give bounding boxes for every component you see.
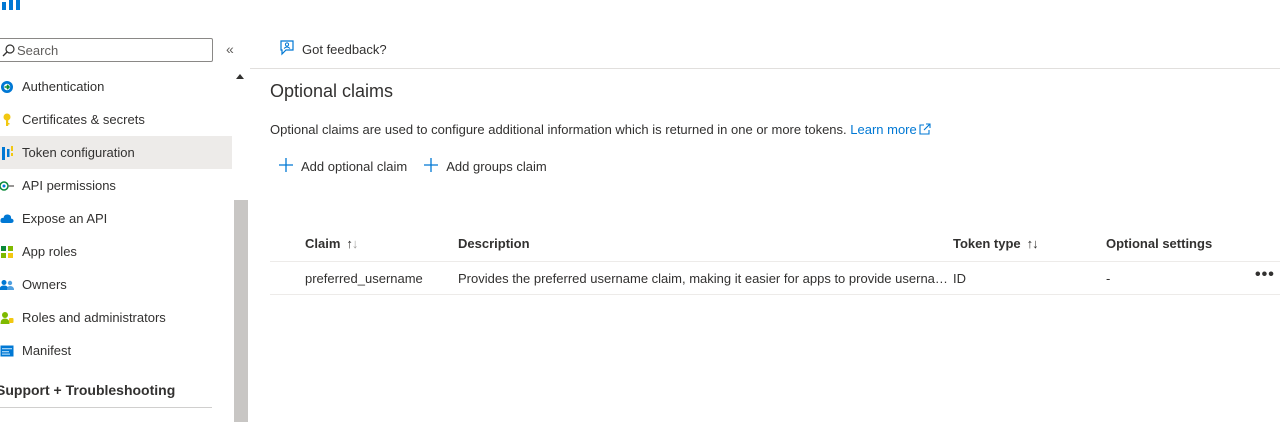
sidebar-item-certificates[interactable]: Certificates & secrets [0,103,232,136]
sidebar-item-roles-administrators[interactable]: Roles and administrators [0,301,232,334]
app-roles-icon [0,245,18,259]
column-header-token-type[interactable]: Token type ↑↓ [953,236,1106,251]
search-input[interactable] [17,42,197,58]
sidebar-item-expose-api[interactable]: Expose an API [0,202,232,235]
sort-icon[interactable]: ↑↓ [346,236,358,251]
sidebar-section-support: Support + Troubleshooting [0,382,176,398]
search-box[interactable] [0,38,213,62]
plus-icon [423,157,439,176]
sidebar-item-token-configuration[interactable]: Token configuration [0,136,232,169]
cell-token-type: ID [953,270,966,286]
sidebar-divider [0,407,212,408]
scroll-up-icon[interactable] [236,74,244,79]
sidebar-nav: Authentication Certificates & secrets To… [0,70,232,367]
page-title: Optional claims [270,81,394,101]
sidebar-item-label: Authentication [22,79,105,94]
owners-icon [0,279,18,291]
sidebar-item-api-permissions[interactable]: API permissions [0,169,232,202]
sidebar-scrollbar[interactable] [233,70,249,422]
app-logo-icon [2,0,22,10]
sidebar-item-owners[interactable]: Owners [0,268,232,301]
cloud-icon [0,213,18,224]
authentication-icon [0,80,18,94]
main-content: Got feedback? Optional claims Optional c… [250,30,1280,422]
column-header-label: Token type [953,236,1021,251]
sort-icon[interactable]: ↑↓ [1027,236,1039,251]
plus-icon [278,157,294,176]
search-icon [0,43,17,57]
cell-optional-settings: - [1106,270,1111,286]
sidebar-item-app-roles[interactable]: App roles [0,235,232,268]
feedback-label: Got feedback? [302,42,387,57]
learn-more-link[interactable]: Learn more [850,122,916,137]
table-row[interactable]: preferred_username Provides the preferre… [270,262,1280,295]
add-groups-claim-label: Add groups claim [446,159,547,174]
add-groups-claim-button[interactable]: Add groups claim [423,157,547,176]
collapse-sidebar-button[interactable]: « [226,41,234,57]
sidebar-item-authentication[interactable]: Authentication [0,70,232,103]
table-header: Claim ↑↓ Description Token type ↑↓ Optiona… [270,226,1280,262]
sidebar: « Authentication Certificates & secrets … [0,30,249,422]
column-header-description: Description [458,236,530,251]
more-options-icon[interactable]: ••• [1255,267,1275,283]
column-header-claim[interactable]: Claim ↑↓ [270,236,458,251]
sidebar-item-label: App roles [22,244,77,259]
sidebar-item-label: API permissions [22,178,116,193]
claims-table: Claim ↑↓ Description Token type ↑↓ Optiona… [270,226,1280,295]
scroll-thumb[interactable] [234,200,248,422]
manifest-icon [0,345,18,357]
api-permissions-icon [0,180,18,191]
feedback-button[interactable]: Got feedback? [278,39,387,60]
sidebar-item-label: Certificates & secrets [22,112,145,127]
sidebar-item-label: Owners [22,277,67,292]
roles-admin-icon [0,311,18,325]
key-icon [0,113,18,127]
column-header-label: Claim [305,236,341,251]
description-text: Optional claims are used to configure ad… [270,122,932,139]
action-bar: Add optional claim Add groups claim [278,157,563,176]
token-config-icon [0,145,18,161]
cell-claim: preferred_username [305,270,423,286]
description-body: Optional claims are used to configure ad… [270,122,851,137]
sidebar-item-manifest[interactable]: Manifest [0,334,232,367]
top-header-strip [0,0,1280,12]
sidebar-item-label: Manifest [22,343,72,358]
sidebar-item-label: Token configuration [22,145,135,160]
feedback-icon [278,39,296,60]
external-link-icon [918,122,932,139]
add-optional-claim-label: Add optional claim [301,159,408,174]
command-bar: Got feedback? [250,30,1280,69]
sidebar-item-label: Expose an API [22,211,108,226]
sidebar-item-label: Roles and administrators [22,310,166,325]
add-optional-claim-button[interactable]: Add optional claim [278,157,407,176]
column-header-optional-settings: Optional settings [1106,236,1213,251]
cell-description: Provides the preferred username claim, m… [458,270,953,286]
